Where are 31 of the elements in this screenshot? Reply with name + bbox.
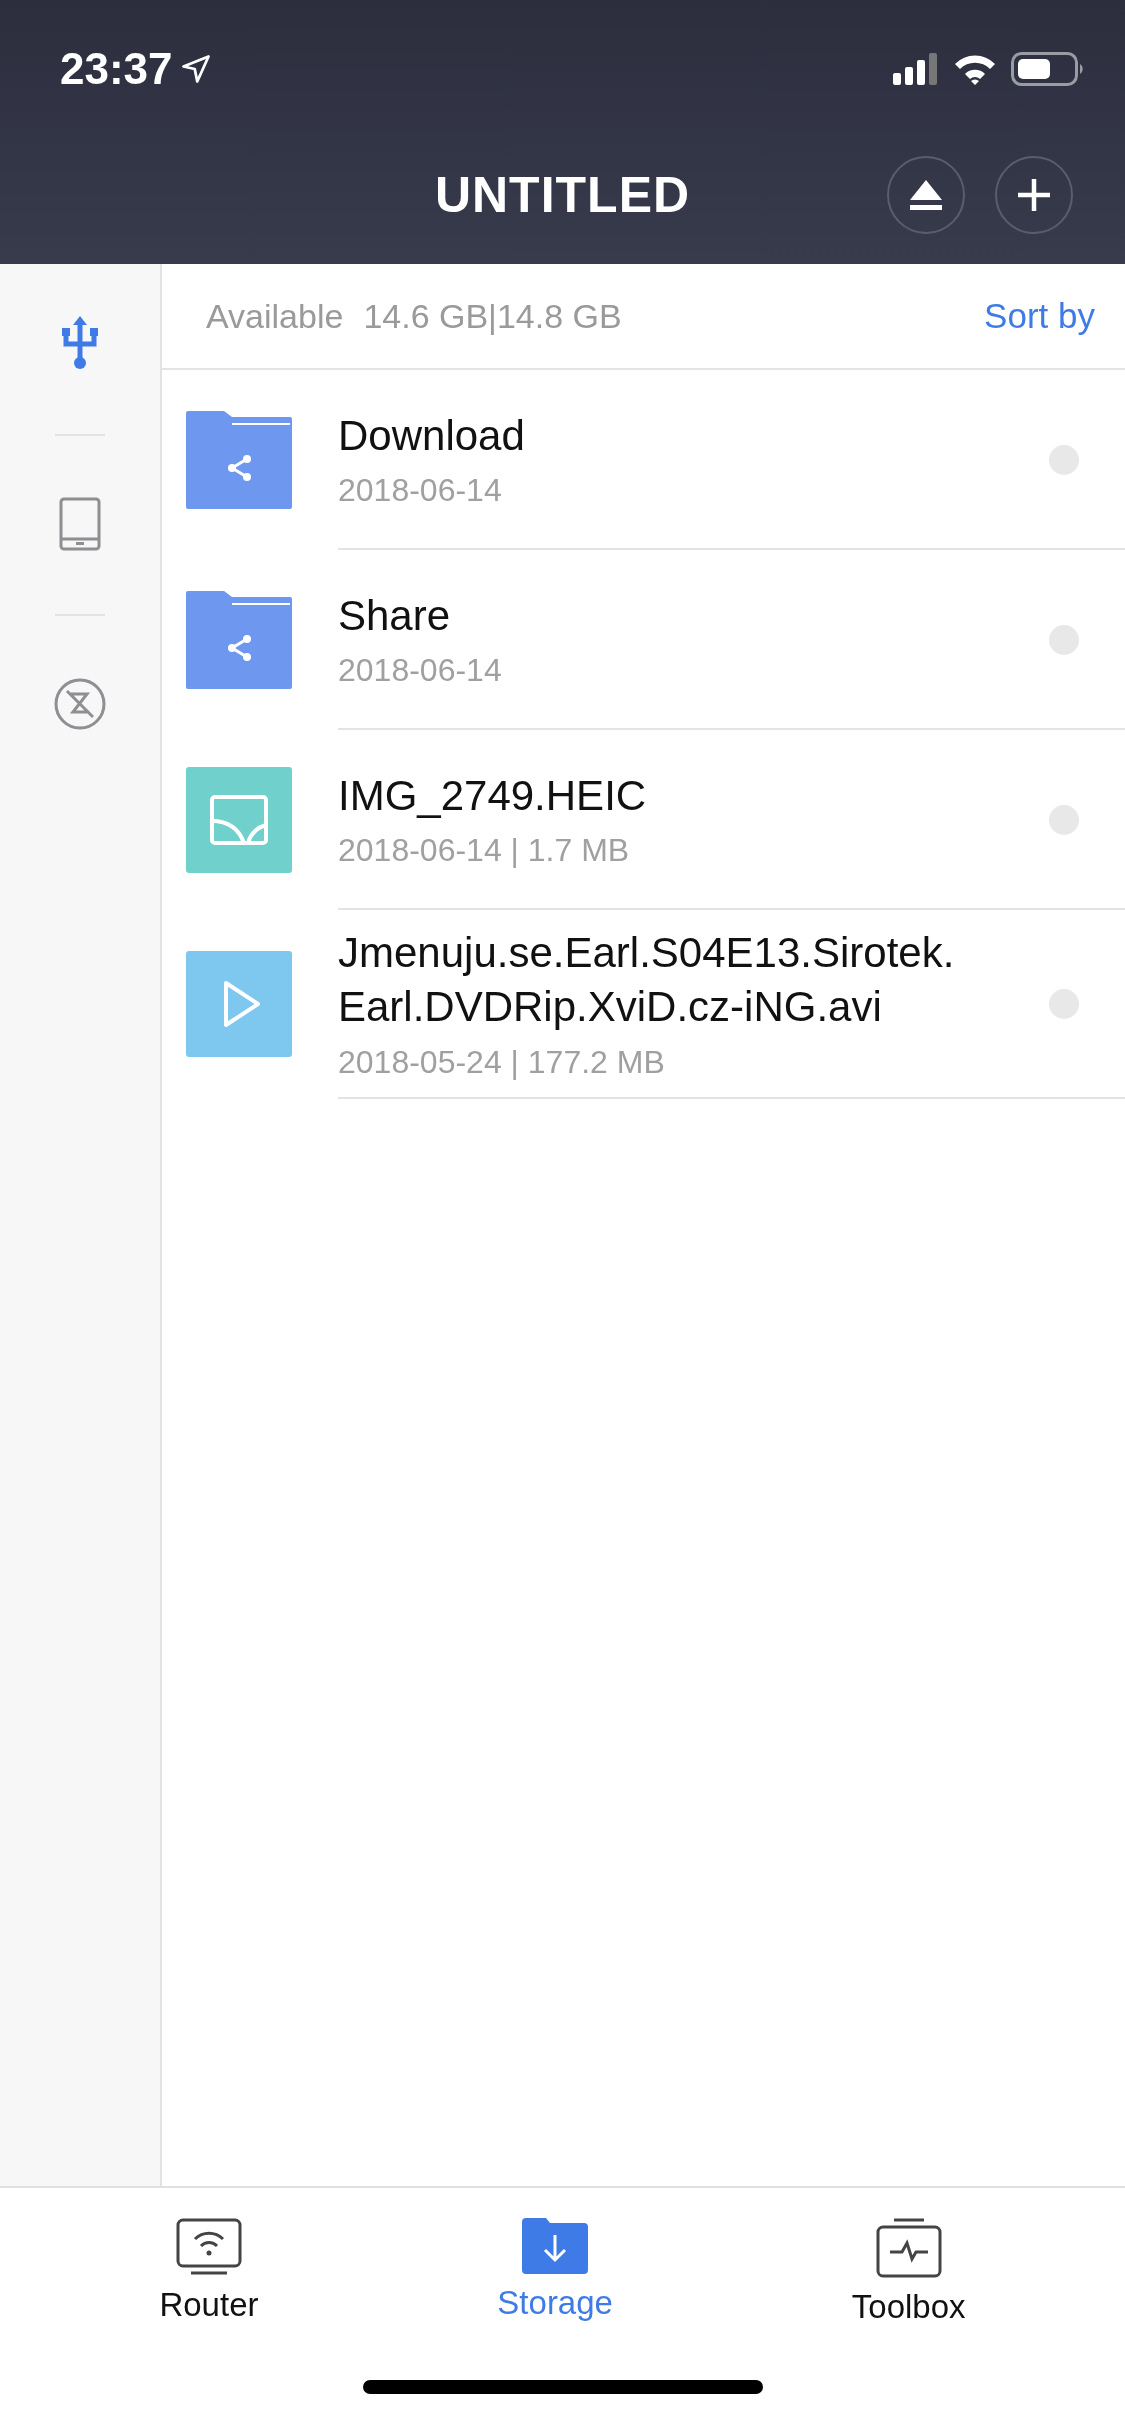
available-label: Available (206, 296, 344, 336)
monitor-wifi-icon (175, 2218, 242, 2276)
file-info: 2018-06-14 (338, 652, 503, 690)
file-name[interactable]: Share (338, 588, 978, 643)
download-folder-icon (522, 2218, 589, 2274)
tab-item[interactable]: Router (149, 2188, 269, 2346)
image-file-icon (186, 767, 292, 873)
battery-icon (1011, 52, 1085, 86)
file-info: 2018-06-14 (338, 472, 503, 510)
file-name[interactable]: Download (338, 408, 978, 463)
wifi-icon (953, 53, 997, 85)
file-info: 2018-05-24 | 177.2 MB (338, 1043, 666, 1081)
sort-by-link[interactable]: Sort by (984, 296, 1095, 336)
file-name[interactable]: Jmenuju.se.Earl.S04E13.Sirotek.Earl.DVDRip.XviD.cz-iNG.avi (338, 926, 978, 1034)
play-file-icon (186, 951, 292, 1058)
tab-item[interactable]: Storage (487, 2188, 623, 2346)
plus-icon (1016, 177, 1052, 213)
tab-item[interactable]: Toolbox (841, 2188, 976, 2346)
location-arrow-icon (180, 54, 211, 84)
add-button[interactable] (995, 156, 1073, 234)
eject-button[interactable] (887, 156, 965, 234)
file-name[interactable]: IMG_2749.HEIC (338, 768, 978, 823)
screen-title: UNTITLED (433, 166, 692, 224)
shared-folder-icon (186, 591, 292, 689)
file-info: 2018-06-14 | 1.7 MB (338, 832, 631, 870)
pulse-box-icon (875, 2218, 942, 2278)
signal-icon (893, 53, 939, 85)
shared-folder-icon (186, 411, 292, 509)
storage-amount: 14.6 GB|14.8 GB (363, 296, 622, 336)
status-time: 23:37 (60, 44, 173, 94)
eject-icon (908, 178, 944, 212)
